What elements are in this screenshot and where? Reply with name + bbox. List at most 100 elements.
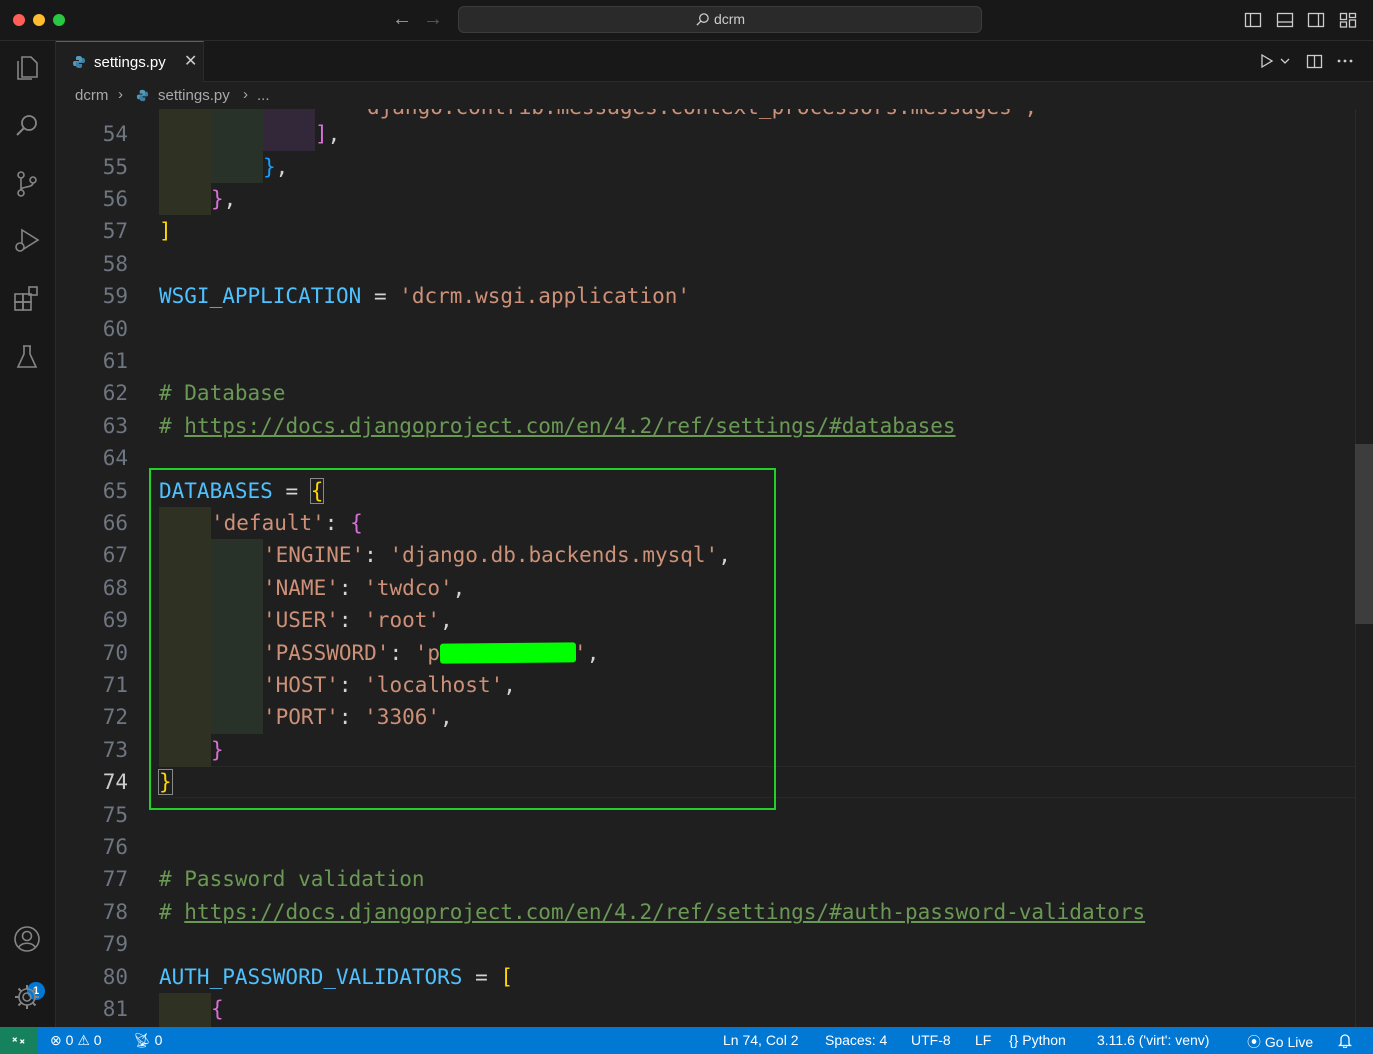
- testing-flask-icon[interactable]: [12, 342, 42, 372]
- line-number: 58: [102, 252, 128, 276]
- back-arrow-icon[interactable]: ←: [392, 9, 412, 29]
- braces-icon: {}: [1009, 1032, 1019, 1048]
- code-line: },: [211, 187, 237, 211]
- remote-icon: [12, 1037, 25, 1044]
- problems-indicator[interactable]: ⊗ 0 ⚠ 0: [50, 1032, 102, 1049]
- line-number: 66: [102, 511, 128, 535]
- toggle-secondary-sidebar-icon[interactable]: [1307, 11, 1325, 29]
- language-label: Python: [1022, 1032, 1066, 1048]
- line-number: 73: [102, 738, 128, 762]
- more-actions-icon[interactable]: [1336, 56, 1354, 66]
- warning-count: 0: [93, 1032, 102, 1048]
- window-maximize-button[interactable]: [53, 14, 65, 26]
- line-number: 54: [102, 122, 128, 146]
- line-number: 75: [102, 803, 128, 827]
- scrollbar-thumb[interactable]: [1355, 444, 1373, 624]
- line-number: 64: [102, 446, 128, 470]
- line-number: 81: [102, 997, 128, 1021]
- indent-guide: [159, 993, 211, 1027]
- breadcrumb: dcrm › settings.py › ...: [56, 82, 1373, 109]
- line-number: 80: [102, 965, 128, 989]
- python-interpreter[interactable]: 3.11.6 ('virt': venv): [1097, 1032, 1209, 1048]
- customize-layout-icon[interactable]: [1339, 11, 1357, 29]
- tab-settings-py[interactable]: settings.py ✕: [56, 41, 204, 82]
- breadcrumb-file[interactable]: settings.py: [158, 87, 230, 104]
- code-line: AUTH_PASSWORD_VALIDATORS = [: [159, 965, 514, 989]
- docs-link[interactable]: https://docs.djangoproject.com/en/4.2/re…: [184, 414, 955, 438]
- run-python-file-icon[interactable]: [1258, 53, 1274, 69]
- source-control-icon[interactable]: [12, 169, 42, 199]
- chevron-down-icon[interactable]: [1279, 55, 1291, 67]
- editor-tab-bar: settings.py ✕: [56, 41, 1373, 82]
- encoding[interactable]: UTF-8: [911, 1032, 951, 1048]
- command-center-search[interactable]: dcrm: [458, 6, 982, 33]
- tab-label: settings.py: [94, 54, 166, 71]
- error-icon: ⊗: [50, 1032, 62, 1048]
- code-line: {: [211, 997, 224, 1021]
- warning-icon: ⚠: [77, 1032, 90, 1048]
- chevron-right-icon: ›: [243, 86, 248, 103]
- code-line: ]: [159, 219, 172, 243]
- code-line: ],: [315, 122, 341, 146]
- bell-icon[interactable]: [1338, 1033, 1352, 1048]
- line-number: 56: [102, 187, 128, 211]
- toggle-primary-sidebar-icon[interactable]: [1244, 11, 1262, 29]
- run-and-debug-icon[interactable]: [12, 226, 42, 256]
- language-mode[interactable]: {} Python: [1009, 1032, 1066, 1048]
- activity-bar: 1: [0, 41, 56, 1027]
- remote-indicator[interactable]: [0, 1027, 38, 1054]
- line-number: 62: [102, 381, 128, 405]
- code-line: WSGI_APPLICATION = 'dcrm.wsgi.applicatio…: [159, 284, 691, 308]
- indentation[interactable]: Spaces: 4: [825, 1032, 887, 1048]
- status-bar: ⊗ 0 ⚠ 0 📡︎ 0 Ln 74, Col 2 Spaces: 4 UTF-…: [0, 1027, 1373, 1054]
- explorer-icon[interactable]: [12, 53, 42, 83]
- line-number: 59: [102, 284, 128, 308]
- code-line: # https://docs.djangoproject.com/en/4.2/…: [159, 414, 956, 438]
- breadcrumb-folder[interactable]: dcrm: [75, 87, 108, 104]
- account-icon[interactable]: [12, 924, 42, 954]
- breadcrumb-symbol[interactable]: ...: [257, 87, 270, 104]
- python-file-icon: [136, 89, 149, 102]
- annotation-highlight-box: [149, 468, 776, 810]
- broadcast-icon: 📡︎: [133, 1032, 151, 1048]
- cursor-position[interactable]: Ln 74, Col 2: [723, 1032, 799, 1048]
- extensions-icon[interactable]: [12, 284, 42, 314]
- code-line-cut: django.contrib.messages.context_processo…: [367, 109, 1037, 123]
- line-number: 69: [102, 608, 128, 632]
- python-file-icon: [73, 56, 85, 68]
- code-line: },: [263, 155, 289, 179]
- line-number: 77: [102, 867, 128, 891]
- code-line: # Password validation: [159, 867, 425, 891]
- line-number: 78: [102, 900, 128, 924]
- line-number: 74: [102, 770, 128, 794]
- go-live-button[interactable]: ⦿ Go Live: [1247, 1032, 1313, 1052]
- code-line: # Database: [159, 381, 286, 405]
- window-minimize-button[interactable]: [33, 14, 45, 26]
- command-center-label: dcrm: [713, 11, 746, 27]
- toggle-panel-icon[interactable]: [1276, 11, 1294, 29]
- line-number: 79: [102, 932, 128, 956]
- end-of-line[interactable]: LF: [975, 1032, 991, 1048]
- code-line: # https://docs.djangoproject.com/en/4.2/…: [159, 900, 1146, 924]
- search-icon[interactable]: [12, 111, 42, 141]
- line-number: 61: [102, 349, 128, 373]
- title-bar: ← → dcrm: [0, 0, 1373, 41]
- window-close-button[interactable]: [13, 14, 25, 26]
- code-editor[interactable]: django.contrib.messages.context_processo…: [56, 109, 1373, 1027]
- line-number: 71: [102, 673, 128, 697]
- close-icon[interactable]: ✕: [184, 51, 197, 71]
- ports-indicator[interactable]: 📡︎ 0: [133, 1032, 162, 1049]
- line-number: 57: [102, 219, 128, 243]
- forward-arrow-icon[interactable]: →: [423, 9, 443, 29]
- line-number: 72: [102, 705, 128, 729]
- chevron-right-icon: ›: [118, 86, 123, 103]
- error-count: 0: [65, 1032, 74, 1048]
- broadcast-icon: ⦿: [1247, 1034, 1261, 1050]
- line-number: 70: [102, 641, 128, 665]
- split-editor-icon[interactable]: [1306, 53, 1323, 70]
- line-number: 60: [102, 317, 128, 341]
- docs-link[interactable]: https://docs.djangoproject.com/en/4.2/re…: [184, 900, 1145, 924]
- go-live-label: Go Live: [1264, 1034, 1314, 1050]
- gear-icon[interactable]: [12, 982, 42, 1012]
- line-number: 76: [102, 835, 128, 859]
